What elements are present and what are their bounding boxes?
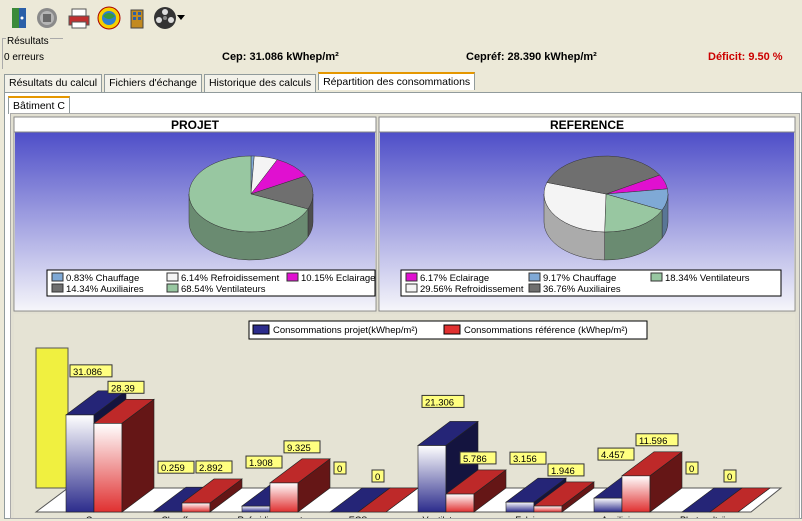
legend-swatch xyxy=(51,272,64,282)
chart-area: PROJET REFERENCE 0.83% Chauffage 6.14% Re… xyxy=(10,113,800,521)
film-reel-icon[interactable] xyxy=(152,5,178,31)
bar-front-projet xyxy=(65,414,95,513)
bar-value-label: 4.457 xyxy=(601,450,625,461)
tab-calc-history[interactable]: Historique des calculs xyxy=(203,74,317,92)
bar-front-reference xyxy=(181,502,211,513)
tab-consumption-breakdown[interactable]: Répartition des consommations xyxy=(318,72,476,90)
legend-entry: 29.56% Refroidissement xyxy=(420,284,524,295)
bar-value-label: 28.39 xyxy=(111,383,135,394)
bar-value-label: 0.259 xyxy=(161,463,185,474)
tab-exchange-files[interactable]: Fichiers d'échange xyxy=(104,74,202,92)
bar-front-reference xyxy=(93,422,123,513)
legend-swatch xyxy=(650,272,663,282)
legend-reference-swatch xyxy=(443,324,461,335)
bar-value-label: 2.892 xyxy=(199,463,223,474)
legend-entry: 6.17% Eclairage xyxy=(420,273,489,284)
legend-entry: 68.54% Ventilateurs xyxy=(181,284,266,295)
legend-entry: 0.83% Chauffage xyxy=(66,273,139,284)
legend-entry: 18.34% Ventilateurs xyxy=(665,273,750,284)
results-label: Résultats xyxy=(6,36,50,47)
tab-building-c[interactable]: Bâtiment C xyxy=(8,96,70,114)
tab-calc-results[interactable]: Résultats du calcul xyxy=(4,74,103,92)
bar-front-reference xyxy=(269,482,299,513)
bar-value-label: 0 xyxy=(375,472,380,483)
reference-title: REFERENCE xyxy=(550,118,624,132)
legend-swatch xyxy=(528,272,541,282)
results-bar: Résultats 0 erreurs Cep: 31.086 kWhep/m²… xyxy=(0,36,802,70)
stop-icon[interactable] xyxy=(34,5,60,31)
charts-svg: PROJET REFERENCE 0.83% Chauffage 6.14% Re… xyxy=(13,116,796,521)
legend-swatch xyxy=(286,272,299,282)
tab-bar: Résultats du calcul Fichiers d'échange H… xyxy=(4,72,477,92)
error-count: 0 erreurs xyxy=(4,52,45,63)
bar-value-label: 3.156 xyxy=(513,454,537,465)
legend-swatch xyxy=(166,283,179,293)
projet-title: PROJET xyxy=(171,118,220,132)
projet-pie-chart xyxy=(188,155,314,261)
bar-value-label: 0 xyxy=(689,464,694,475)
bar-front-projet xyxy=(505,501,535,513)
bar-front-projet xyxy=(417,445,447,513)
globe-icon[interactable] xyxy=(96,5,122,31)
legend-swatch xyxy=(166,272,179,282)
bar-front-projet xyxy=(241,505,271,513)
bar-front-reference xyxy=(533,505,563,513)
projet-pie-legend: 0.83% Chauffage 6.14% Refroidissement 10.1… xyxy=(46,269,376,297)
legend-swatch xyxy=(405,272,418,282)
legend-reference-label: Consommations référence (kWhep/m²) xyxy=(464,325,628,336)
dropdown-arrow-icon[interactable] xyxy=(176,5,186,31)
toolbar xyxy=(0,0,802,39)
legend-swatch xyxy=(51,283,64,293)
reference-pie-chart xyxy=(543,155,669,261)
bar-front-projet xyxy=(593,497,623,513)
legend-entry: 14.34% Auxiliaires xyxy=(66,284,144,295)
legend-entry: 6.14% Refroidissement xyxy=(181,273,280,284)
bar-value-label: 9.325 xyxy=(287,443,311,454)
print-icon[interactable] xyxy=(66,5,92,31)
legend-entry: 10.15% Eclairage xyxy=(301,273,375,284)
bar-front-reference xyxy=(621,475,651,513)
building-icon[interactable] xyxy=(124,5,150,31)
legend-projet-swatch xyxy=(252,324,270,335)
bar-value-label: 5.786 xyxy=(463,454,487,465)
bar-value-label: 31.086 xyxy=(73,367,102,378)
chart-side-wall xyxy=(35,347,69,489)
reference-pie-legend: 6.17% Eclairage 9.17% Chauffage 18.34% Ven… xyxy=(400,269,782,297)
bar-value-label: 1.908 xyxy=(249,458,273,469)
legend-projet-label: Consommations projet(kWhep/m²) xyxy=(273,325,418,336)
bar-legend: Consommations projet(kWhep/m²) Consommat… xyxy=(248,320,648,340)
bar-front-reference xyxy=(445,493,475,513)
door-icon[interactable] xyxy=(6,5,32,31)
bar-value-label: 0 xyxy=(727,472,732,483)
bar-value-label: 21.306 xyxy=(425,397,454,408)
cepref-value: Cepréf: 28.390 kWhep/m² xyxy=(466,51,597,63)
bar-value-label: 0 xyxy=(337,464,342,475)
legend-entry: 36.76% Auxiliaires xyxy=(543,284,621,295)
legend-swatch xyxy=(405,283,418,293)
cep-value: Cep: 31.086 kWhep/m² xyxy=(222,51,339,63)
deficit-value: Déficit: 9.50 % xyxy=(708,51,783,63)
bar-value-label: 11.596 xyxy=(639,436,667,447)
legend-entry: 9.17% Chauffage xyxy=(543,273,616,284)
legend-swatch xyxy=(528,283,541,293)
bar-value-label: 1.946 xyxy=(551,466,575,477)
